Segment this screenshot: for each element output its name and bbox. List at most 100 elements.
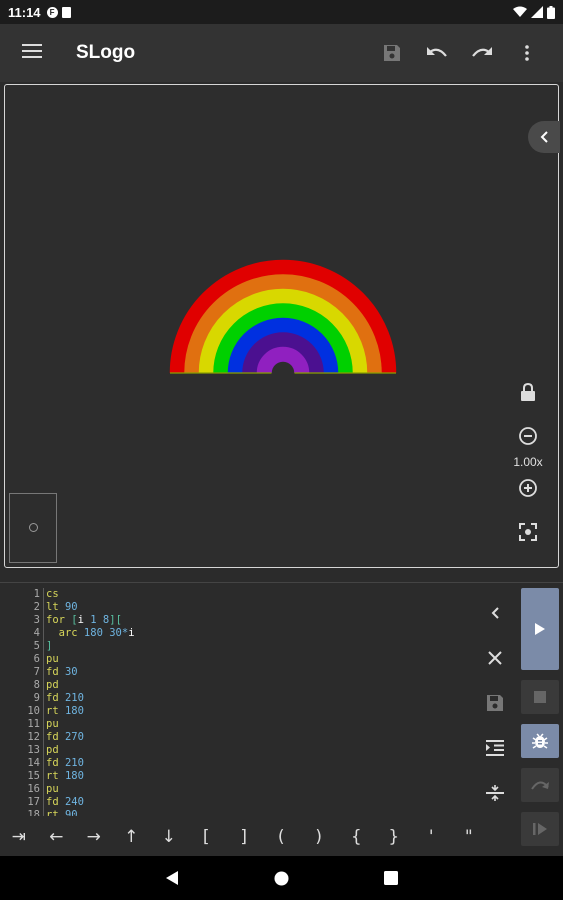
line-number: 9 — [33, 692, 40, 704]
symbol-key[interactable]: ← — [38, 827, 76, 847]
line-number: 12 — [27, 731, 40, 743]
code-line[interactable]: for [i 1 8][ — [46, 614, 135, 627]
code-token: fd — [46, 796, 59, 808]
code-line[interactable]: rt 180 — [46, 705, 135, 718]
lock-button[interactable] — [513, 377, 543, 407]
play-icon — [535, 623, 545, 635]
code-line[interactable]: fd 30 — [46, 666, 135, 679]
save-icon — [487, 694, 503, 711]
symbol-key[interactable]: ] — [225, 827, 263, 847]
save-code-button[interactable] — [478, 680, 512, 725]
symbol-key[interactable]: ↑ — [113, 827, 151, 847]
center-view-button[interactable] — [513, 517, 543, 547]
back-nav-icon[interactable] — [165, 870, 179, 886]
symbol-key[interactable]: ↓ — [150, 827, 188, 847]
symbol-key[interactable]: " — [450, 827, 488, 847]
symbol-key[interactable]: ⇥ — [0, 827, 38, 847]
rainbow-drawing — [169, 259, 397, 374]
overflow-menu-button[interactable] — [504, 33, 549, 73]
symbol-key[interactable]: ( — [263, 827, 301, 847]
code-line[interactable]: pu — [46, 653, 135, 666]
zoom-in-button[interactable] — [513, 473, 543, 503]
recents-nav-icon[interactable] — [384, 871, 398, 885]
code-line[interactable]: arc 180 30*i — [46, 627, 135, 640]
save-button[interactable] — [369, 33, 414, 73]
symbol-key[interactable]: ) — [300, 827, 338, 847]
code-token: 1 8 — [83, 614, 110, 626]
center-focus-icon — [519, 523, 537, 541]
clear-button[interactable] — [478, 635, 512, 680]
code-token: fd — [46, 692, 59, 704]
hamburger-icon — [22, 43, 42, 58]
panel-divider[interactable] — [0, 582, 563, 583]
symbol-key[interactable]: → — [75, 827, 113, 847]
symbol-key[interactable]: ' — [413, 827, 451, 847]
insert-line-button[interactable] — [478, 770, 512, 815]
code-token: cs — [46, 588, 59, 600]
code-line[interactable]: lt 90 — [46, 601, 135, 614]
code-line[interactable]: pd — [46, 744, 135, 757]
stop-icon — [534, 691, 546, 703]
code-line[interactable]: fd 210 — [46, 692, 135, 705]
turtle-canvas[interactable]: 1.00x — [4, 84, 560, 568]
code-token: [ — [64, 614, 78, 626]
code-token: 180 — [58, 770, 84, 782]
debug-button[interactable] — [521, 724, 559, 758]
redo-button[interactable] — [459, 33, 504, 73]
line-number: 2 — [33, 601, 40, 613]
code-line[interactable]: fd 210 — [46, 757, 135, 770]
symbol-key[interactable]: } — [375, 827, 413, 847]
step-over-button[interactable] — [521, 768, 559, 802]
zoom-in-icon — [519, 479, 537, 497]
stop-button[interactable] — [521, 680, 559, 714]
system-navigation-bar — [0, 856, 563, 900]
code-token: pu — [46, 783, 59, 795]
line-number: 16 — [27, 783, 40, 795]
run-button[interactable] — [521, 588, 559, 670]
code-line[interactable]: fd 270 — [46, 731, 135, 744]
line-number: 18 — [27, 809, 40, 816]
code-token: 270 — [58, 731, 84, 743]
zoom-out-button[interactable] — [513, 421, 543, 451]
turtle-minimap[interactable] — [9, 493, 57, 563]
code-token: 240 — [58, 796, 84, 808]
step-forward-button[interactable] — [521, 812, 559, 846]
facebook-notification-icon: F — [46, 6, 58, 18]
line-number: 7 — [33, 666, 40, 678]
indent-button[interactable] — [478, 725, 512, 770]
code-line[interactable]: pu — [46, 783, 135, 796]
code-line[interactable]: pd — [46, 679, 135, 692]
code-text[interactable]: cs lt 90 for [i 1 8][ arc 180 30*i] pu fd 30… — [46, 588, 135, 816]
home-nav-icon[interactable] — [274, 871, 289, 886]
line-number: 11 — [27, 718, 40, 730]
code-token: rt — [46, 705, 59, 717]
line-number: 5 — [33, 640, 40, 652]
collapse-panel-button[interactable] — [528, 121, 560, 153]
undo-button[interactable] — [414, 33, 459, 73]
document-notification-icon — [61, 6, 71, 18]
line-number: 14 — [27, 757, 40, 769]
collapse-editor-button[interactable] — [478, 590, 512, 635]
code-token: pd — [46, 744, 59, 756]
code-line[interactable]: rt 180 — [46, 770, 135, 783]
symbol-key[interactable]: { — [338, 827, 376, 847]
code-line[interactable]: pu — [46, 718, 135, 731]
symbol-keyboard-bar: ⇥ ← → ↑ ↓[](){} ' " — [0, 818, 515, 856]
symbol-key[interactable]: [ — [188, 827, 226, 847]
skip-next-icon — [533, 823, 547, 835]
code-line[interactable]: cs — [46, 588, 135, 601]
chevron-left-icon — [491, 606, 499, 619]
line-number-gutter: 1 2 3 4 5 6 7 8 9 10 11 12 13 14 15 16 17 18 — [0, 588, 42, 816]
code-token: 210 — [58, 692, 84, 704]
line-number: 13 — [27, 744, 40, 756]
lock-icon — [521, 383, 535, 401]
code-line[interactable]: rt 90 — [46, 809, 135, 816]
turtle-position-marker — [29, 523, 38, 532]
line-number: 17 — [27, 796, 40, 808]
vertical-align-center-icon — [486, 784, 504, 801]
menu-button[interactable] — [22, 43, 46, 64]
code-editor[interactable]: 1 2 3 4 5 6 7 8 9 10 11 12 13 14 15 16 17 18 cs lt 90 for [… — [0, 588, 470, 816]
code-line[interactable]: fd 240 — [46, 796, 135, 809]
undo-icon — [426, 47, 447, 57]
code-line[interactable]: ] — [46, 640, 135, 653]
